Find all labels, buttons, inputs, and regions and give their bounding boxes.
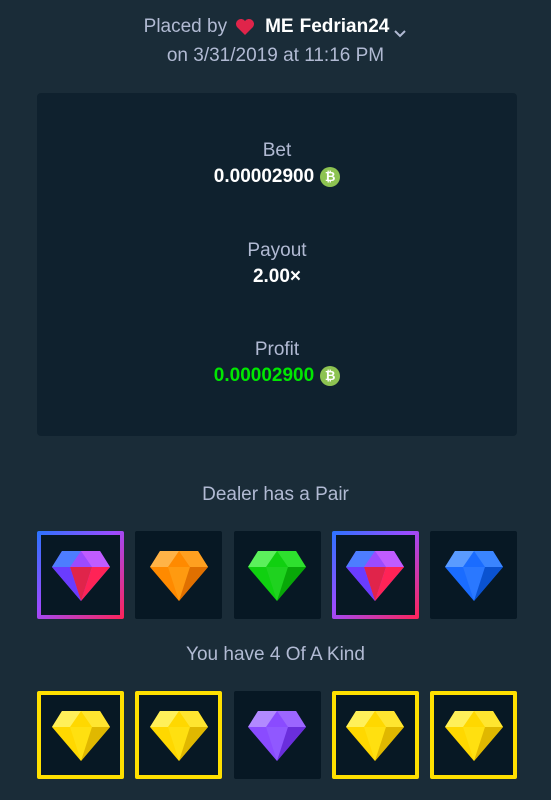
orange-gem-icon: [149, 551, 208, 601]
purple-red-gem-icon: [346, 551, 405, 601]
player-gems: [37, 691, 517, 779]
payout-label: Payout: [247, 240, 307, 261]
bitcoin-cash-icon: ₿: [320, 167, 341, 187]
bet-details-card: Bet 0.00002900 ₿ Payout 2.00× Profit 0.0…: [37, 93, 517, 436]
placed-by-row: Placed by ME Fedrian24: [0, 12, 551, 41]
dealer-gem-3: [233, 531, 321, 619]
dealer-gem-5: [430, 531, 517, 619]
placed-by-label: Placed by: [143, 16, 228, 37]
profit-value: 0.00002900: [213, 365, 315, 386]
purple-red-gem-icon: [51, 551, 110, 601]
purple-gem-icon: [248, 711, 306, 761]
yellow-gem-icon: [346, 711, 405, 761]
dealer-gem-1: [37, 531, 124, 619]
dealer-gem-2: [135, 531, 223, 619]
bet-value: 0.00002900: [213, 166, 315, 187]
bet-stat: Bet 0.00002900 ₿: [37, 139, 517, 191]
bet-header: Placed by ME Fedrian24 on 3/31/2019 at 1…: [0, 12, 551, 70]
player-gem-5: [430, 691, 517, 779]
payout-value-row: 2.00×: [37, 263, 517, 291]
dealer-hand-title: Dealer has a Pair: [202, 484, 349, 505]
player-gem-1: [37, 691, 124, 779]
yellow-gem-icon: [51, 711, 110, 761]
player-hand-title: You have 4 Of A Kind: [186, 644, 365, 665]
profit-label: Profit: [254, 339, 300, 360]
dealer-gem-4: [332, 531, 419, 619]
heart-icon: [235, 18, 255, 36]
player-gem-2: [135, 691, 223, 779]
yellow-gem-icon: [149, 711, 208, 761]
profit-stat: Profit 0.00002900 ₿: [37, 338, 517, 390]
player-gem-3: [233, 691, 321, 779]
green-gem-icon: [248, 551, 306, 601]
username-link[interactable]: Fedrian24: [300, 12, 390, 41]
dealer-gems: [37, 531, 517, 619]
blue-gem-icon: [444, 551, 503, 601]
payout-value: 2.00×: [252, 266, 302, 287]
bet-label: Bet: [262, 140, 292, 161]
yellow-gem-icon: [444, 711, 503, 761]
player-gem-4: [331, 691, 419, 779]
me-badge: ME: [265, 16, 294, 37]
bet-value-row: 0.00002900 ₿: [37, 163, 517, 191]
payout-stat: Payout 2.00×: [37, 239, 517, 291]
chevron-down-icon[interactable]: [393, 21, 407, 37]
profit-value-row: 0.00002900 ₿: [37, 362, 517, 390]
placed-date: on 3/31/2019 at 11:16 PM: [166, 45, 385, 66]
bitcoin-cash-icon: ₿: [320, 366, 341, 386]
